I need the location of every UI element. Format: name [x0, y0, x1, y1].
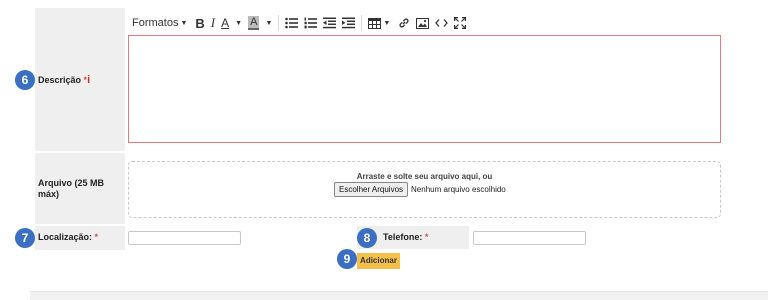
phone-label: Telefone: * — [383, 232, 428, 243]
location-label: Localização: * — [38, 232, 98, 243]
source-code-icon — [435, 19, 449, 27]
font-color-button[interactable]: A ▼ — [221, 13, 242, 33]
indent-button[interactable] — [342, 13, 356, 33]
image-icon — [416, 17, 430, 29]
fullscreen-icon — [454, 17, 467, 29]
info-icon[interactable]: i — [87, 74, 90, 86]
toolbar-divider — [361, 15, 363, 31]
caret-down-icon: ▼ — [180, 19, 188, 27]
caret-down-icon: ▼ — [265, 19, 273, 27]
footer-bar — [30, 291, 768, 300]
step-8-badge: 8 — [357, 228, 377, 248]
add-button[interactable]: Adicionar — [357, 253, 400, 269]
required-mark: * — [94, 232, 99, 242]
description-label-text: Descrição — [38, 75, 82, 85]
file-picker: Escolher Arquivos Nenhum arquivo escolhi… — [334, 182, 506, 197]
background-color-button[interactable]: A ▼ — [248, 13, 272, 33]
label-column — [35, 8, 125, 250]
file-status: Nenhum arquivo escolhido — [411, 185, 506, 194]
description-editor[interactable] — [128, 35, 721, 143]
image-button[interactable] — [416, 13, 430, 33]
phone-label-text: Telefone: — [383, 232, 423, 242]
fullscreen-button[interactable] — [454, 13, 467, 33]
outdent-button[interactable] — [323, 13, 337, 33]
italic-button[interactable]: I — [211, 13, 215, 33]
font-color-icon: A — [221, 16, 230, 30]
location-input[interactable] — [128, 231, 241, 245]
table-icon — [368, 17, 382, 29]
caret-down-icon: ▼ — [383, 19, 391, 27]
editor-toolbar: Formatos ▼ B I A ▼ A ▼ ▼ — [132, 13, 472, 33]
step-7-badge: 7 — [15, 228, 35, 248]
required-mark: * — [424, 232, 429, 242]
bold-button[interactable]: B — [195, 13, 204, 33]
bullet-list-icon — [285, 17, 299, 29]
background-color-icon: A — [248, 16, 260, 30]
file-dropzone[interactable]: Arraste e solte seu arquivo aqui, ou Esc… — [128, 161, 721, 218]
dropzone-hint: Arraste e solte seu arquivo aqui, ou — [356, 172, 493, 181]
numbered-list-button[interactable] — [304, 13, 318, 33]
attachment-label: Arquivo (25 MB máx) — [38, 178, 105, 199]
table-button[interactable]: ▼ — [368, 13, 390, 33]
bold-icon: B — [195, 15, 205, 31]
italic-icon: I — [210, 15, 216, 30]
row-divider — [35, 224, 125, 226]
bullet-list-button[interactable] — [285, 13, 299, 33]
description-label: Descrição *i — [38, 75, 90, 86]
link-button[interactable] — [398, 13, 410, 33]
choose-files-button[interactable]: Escolher Arquivos — [334, 182, 409, 197]
toolbar-divider — [278, 15, 280, 31]
outdent-icon — [323, 17, 337, 29]
source-code-button[interactable] — [435, 13, 449, 33]
location-label-text: Localização: — [38, 232, 93, 242]
step-9-badge: 9 — [337, 249, 357, 269]
row-divider — [35, 151, 125, 153]
link-icon — [399, 18, 409, 28]
numbered-list-icon — [304, 17, 318, 29]
formats-label: Formatos — [132, 17, 179, 29]
step-6-badge: 6 — [15, 70, 35, 90]
indent-icon — [342, 17, 356, 29]
formats-dropdown[interactable]: Formatos ▼ — [132, 13, 187, 33]
caret-down-icon: ▼ — [235, 19, 243, 27]
phone-input[interactable] — [473, 231, 586, 245]
